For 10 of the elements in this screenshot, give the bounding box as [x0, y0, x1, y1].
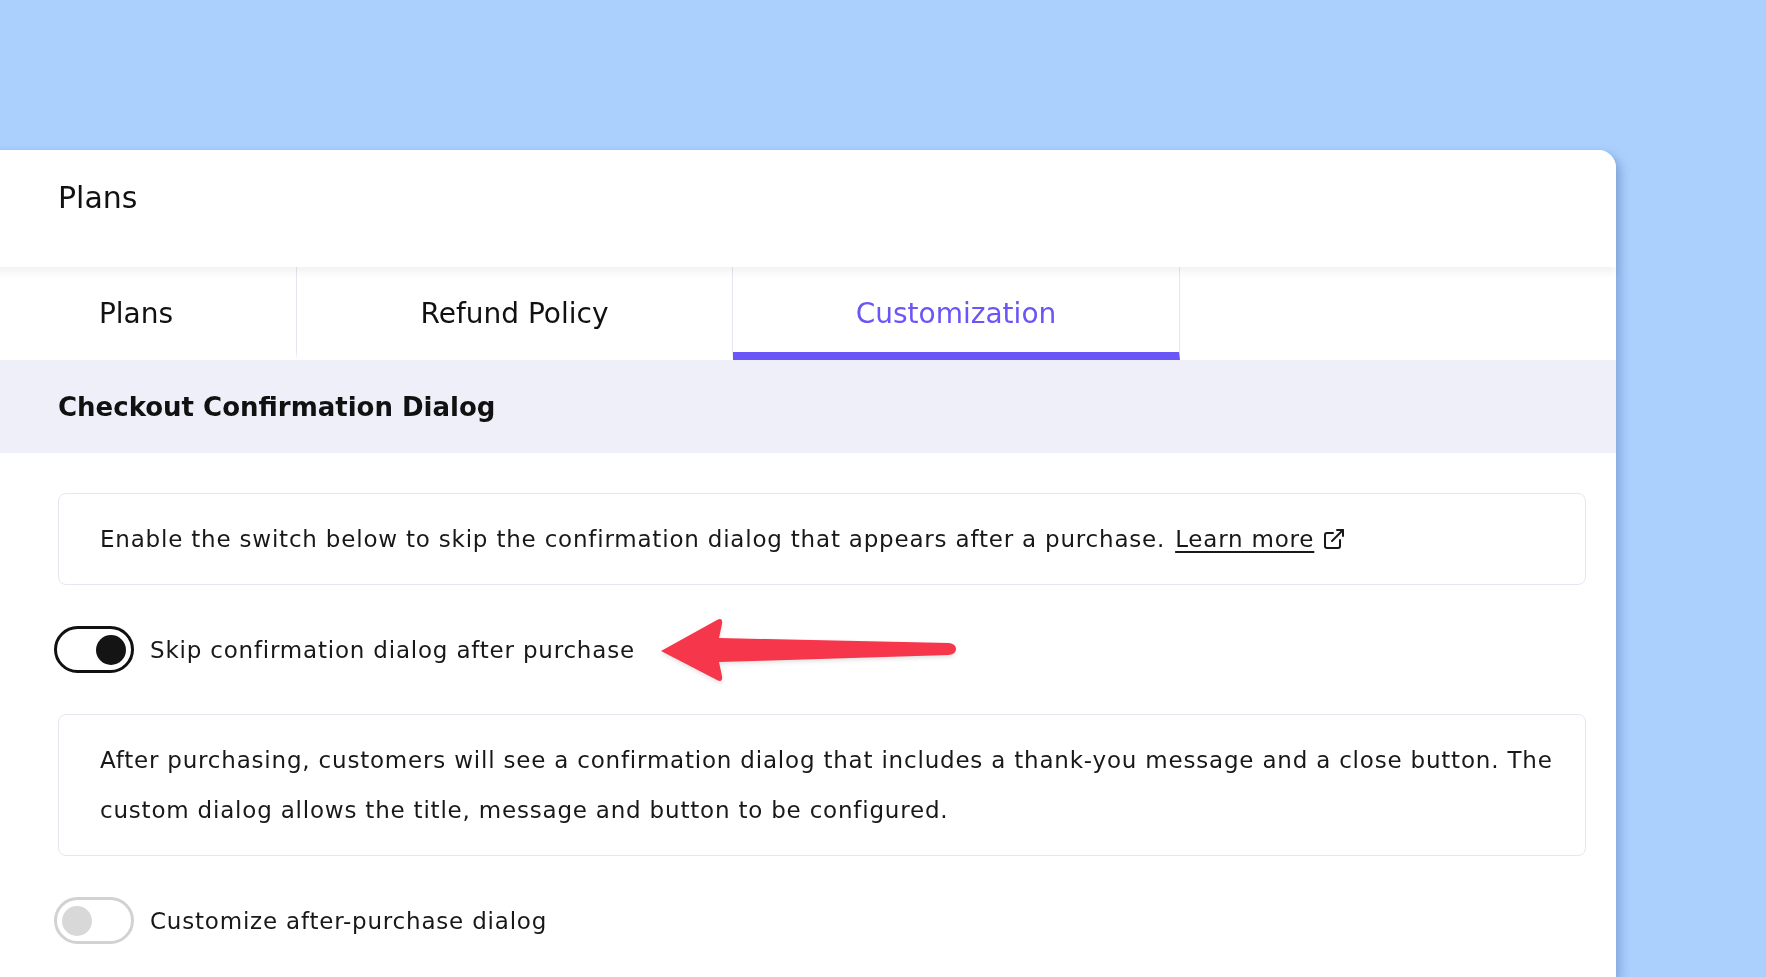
- toggle-label: Customize after-purchase dialog: [150, 907, 548, 934]
- toggle-switch[interactable]: [54, 626, 134, 673]
- info-text: After purchasing, customers will see a confirmation dialog that includes a thank-you message and a close button. The custom dialog allows the title, message and button to be configured.: [100, 746, 1554, 825]
- tab[interactable]: Customization: [733, 267, 1180, 360]
- page-title: Plans: [58, 180, 138, 215]
- info-text: Enable the switch below to skip the confirmation dialog that appears after a purchase. Learn more: [100, 514, 1555, 564]
- learn-more-link[interactable]: Learn more: [1175, 514, 1347, 564]
- toggle-label: Skip confirmation dialog after purchase: [150, 636, 635, 663]
- external-link-icon: [1322, 527, 1347, 551]
- section-title: Checkout Confirmation Dialog: [58, 391, 496, 422]
